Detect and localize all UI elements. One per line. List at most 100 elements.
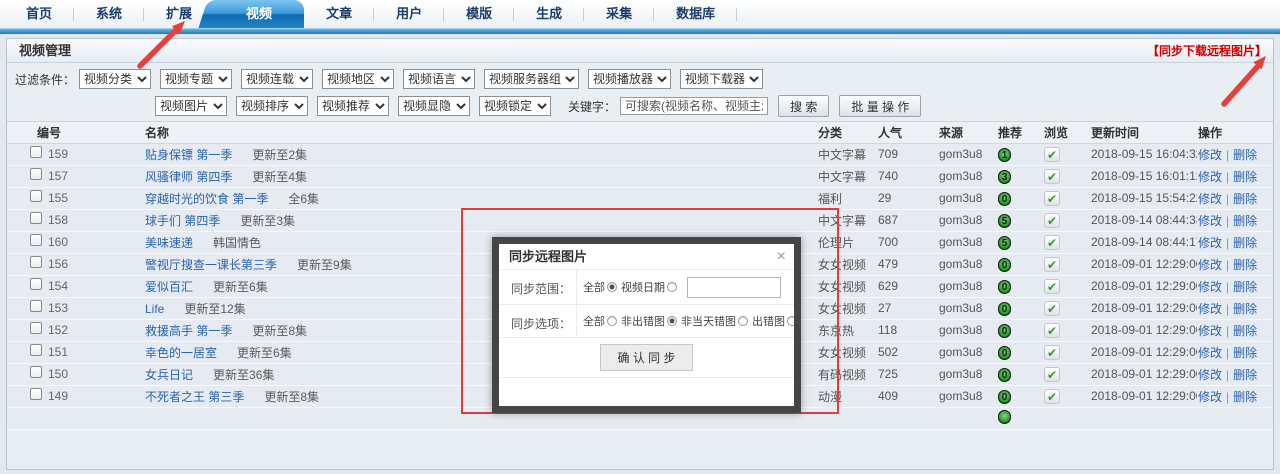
row-checkbox[interactable] bbox=[30, 234, 42, 246]
filter-select[interactable]: 视频下载器 bbox=[680, 69, 763, 89]
video-title-link[interactable]: 救援高手 第一季 bbox=[145, 324, 232, 338]
confirm-sync-button[interactable]: 确 认 同 步 bbox=[600, 344, 692, 371]
row-checkbox[interactable] bbox=[30, 256, 42, 268]
nav-tab[interactable]: 文章 bbox=[304, 0, 374, 28]
video-title-link[interactable]: 美味速递 bbox=[145, 236, 193, 250]
video-title-link[interactable]: Life bbox=[145, 302, 164, 316]
view-check-icon[interactable]: ✔ bbox=[1044, 169, 1060, 184]
keyword-input[interactable] bbox=[620, 97, 768, 115]
edit-link[interactable]: 修改 bbox=[1198, 236, 1222, 250]
filter-select[interactable]: 视频推荐 bbox=[317, 96, 389, 116]
nav-tab[interactable]: 数据库 bbox=[654, 0, 737, 28]
row-checkbox[interactable] bbox=[30, 190, 42, 202]
video-title-link[interactable]: 女兵日记 bbox=[145, 368, 193, 382]
search-button[interactable]: 搜 索 bbox=[778, 95, 829, 117]
filter-select[interactable]: 视频显隐 bbox=[398, 96, 470, 116]
edit-link[interactable]: 修改 bbox=[1198, 390, 1222, 404]
delete-link[interactable]: 删除 bbox=[1233, 192, 1257, 206]
view-check-icon[interactable]: ✔ bbox=[1044, 345, 1060, 360]
edit-link[interactable]: 修改 bbox=[1198, 368, 1222, 382]
filter-select[interactable]: 视频连载 bbox=[241, 69, 313, 89]
video-title-link[interactable]: 爱似百汇 bbox=[145, 280, 193, 294]
nav-tab[interactable]: 模版 bbox=[444, 0, 514, 28]
delete-link[interactable]: 删除 bbox=[1233, 368, 1257, 382]
close-icon[interactable]: × bbox=[777, 244, 786, 270]
video-title-link[interactable]: 风骚律师 第四季 bbox=[145, 170, 232, 184]
radio-button[interactable] bbox=[738, 316, 748, 326]
row-checkbox[interactable] bbox=[30, 300, 42, 312]
radio-label: 非当天错图 bbox=[681, 316, 736, 328]
row-checkbox[interactable] bbox=[30, 322, 42, 334]
edit-link[interactable]: 修改 bbox=[1198, 170, 1222, 184]
row-checkbox[interactable] bbox=[30, 366, 42, 378]
view-check-icon[interactable]: ✔ bbox=[1044, 301, 1060, 316]
filter-select[interactable]: 视频播放器 bbox=[588, 69, 671, 89]
row-checkbox[interactable] bbox=[30, 212, 42, 224]
hits-cell: 118 bbox=[877, 319, 938, 341]
filter-select[interactable]: 视频地区 bbox=[322, 69, 394, 89]
delete-link[interactable]: 删除 bbox=[1233, 170, 1257, 184]
video-title-link[interactable]: 警视厅搜查一课长第三季 bbox=[145, 258, 277, 272]
view-check-icon[interactable]: ✔ bbox=[1044, 235, 1060, 250]
view-check-icon[interactable]: ✔ bbox=[1044, 257, 1060, 272]
filter-select[interactable]: 视频专题 bbox=[160, 69, 232, 89]
video-title-link[interactable]: 贴身保镖 第一季 bbox=[145, 148, 232, 162]
view-check-icon[interactable]: ✔ bbox=[1044, 323, 1060, 338]
filter-select[interactable]: 视频排序 bbox=[236, 96, 308, 116]
batch-operation-button[interactable]: 批 量 操 作 bbox=[839, 95, 921, 117]
edit-link[interactable]: 修改 bbox=[1198, 258, 1222, 272]
view-check-icon[interactable]: ✔ bbox=[1044, 279, 1060, 294]
row-checkbox[interactable] bbox=[30, 344, 42, 356]
delete-link[interactable]: 删除 bbox=[1233, 324, 1257, 338]
row-checkbox[interactable] bbox=[30, 146, 42, 158]
sync-download-remote-images-link[interactable]: 【同步下载远程图片】 bbox=[1147, 39, 1273, 63]
recommend-badge: 0 bbox=[998, 390, 1011, 404]
view-check-icon[interactable]: ✔ bbox=[1044, 213, 1060, 228]
nav-tab[interactable]: 采集 bbox=[584, 0, 654, 28]
delete-link[interactable]: 删除 bbox=[1233, 258, 1257, 272]
filter-select[interactable]: 视频服务器组 bbox=[484, 69, 579, 89]
radio-button[interactable] bbox=[667, 316, 677, 326]
edit-link[interactable]: 修改 bbox=[1198, 148, 1222, 162]
video-date-input[interactable] bbox=[687, 277, 781, 298]
nav-tab[interactable]: 视频 bbox=[214, 0, 304, 28]
radio-button[interactable] bbox=[667, 282, 677, 292]
delete-link[interactable]: 删除 bbox=[1233, 214, 1257, 228]
nav-tab[interactable]: 首页 bbox=[4, 0, 74, 28]
delete-link[interactable]: 删除 bbox=[1233, 148, 1257, 162]
delete-link[interactable]: 删除 bbox=[1233, 280, 1257, 294]
edit-link[interactable]: 修改 bbox=[1198, 192, 1222, 206]
delete-link[interactable]: 删除 bbox=[1233, 346, 1257, 360]
filter-select[interactable]: 视频锁定 bbox=[479, 96, 551, 116]
filter-select[interactable]: 视频图片 bbox=[155, 96, 227, 116]
delete-link[interactable]: 删除 bbox=[1233, 236, 1257, 250]
radio-button[interactable] bbox=[607, 316, 617, 326]
video-title-link[interactable]: 穿越时光的饮食 第一季 bbox=[145, 192, 268, 206]
edit-link[interactable]: 修改 bbox=[1198, 214, 1222, 228]
view-check-icon[interactable]: ✔ bbox=[1044, 389, 1060, 404]
delete-link[interactable]: 删除 bbox=[1233, 390, 1257, 404]
edit-link[interactable]: 修改 bbox=[1198, 302, 1222, 316]
view-cell: ✔ bbox=[1043, 187, 1090, 209]
radio-button[interactable] bbox=[607, 282, 617, 292]
edit-link[interactable]: 修改 bbox=[1198, 324, 1222, 338]
view-check-icon[interactable]: ✔ bbox=[1044, 147, 1060, 162]
nav-tab[interactable]: 系统 bbox=[74, 0, 144, 28]
row-checkbox[interactable] bbox=[30, 388, 42, 400]
row-checkbox[interactable] bbox=[30, 278, 42, 290]
ops-cell bbox=[1197, 407, 1273, 429]
filter-select[interactable]: 视频语言 bbox=[403, 69, 475, 89]
nav-tab[interactable]: 用户 bbox=[374, 0, 444, 28]
edit-link[interactable]: 修改 bbox=[1198, 280, 1222, 294]
filter-select[interactable]: 视频分类 bbox=[79, 69, 151, 89]
video-title-link[interactable]: 幸色的一居室 bbox=[145, 346, 217, 360]
edit-link[interactable]: 修改 bbox=[1198, 346, 1222, 360]
row-checkbox[interactable] bbox=[30, 168, 42, 180]
view-check-icon[interactable]: ✔ bbox=[1044, 367, 1060, 382]
radio-button[interactable] bbox=[787, 316, 794, 326]
nav-tab[interactable]: 生成 bbox=[514, 0, 584, 28]
view-check-icon[interactable]: ✔ bbox=[1044, 191, 1060, 206]
delete-link[interactable]: 删除 bbox=[1233, 302, 1257, 316]
video-title-link[interactable]: 不死者之王 第三季 bbox=[145, 390, 244, 404]
video-title-link[interactable]: 球手们 第四季 bbox=[145, 214, 220, 228]
